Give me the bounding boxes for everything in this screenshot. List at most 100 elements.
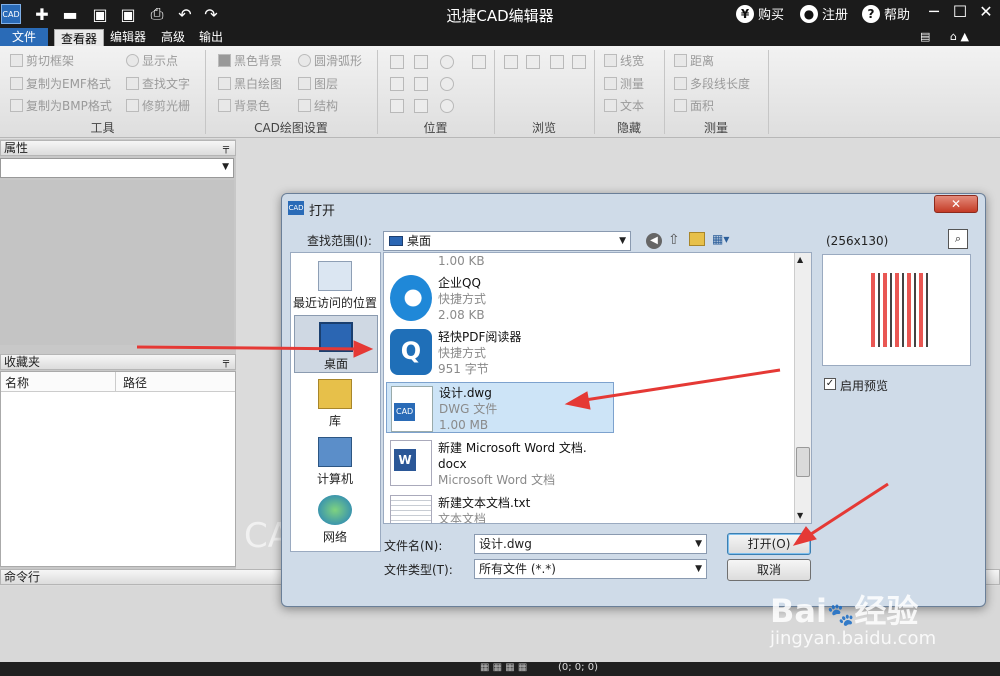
filetype-select[interactable]: 所有文件 (*.*) ▼ [474, 559, 707, 579]
show-points-label: 显示点 [142, 54, 179, 68]
register-button[interactable]: ● 注册 [800, 4, 848, 23]
places-computer-label: 计算机 [316, 472, 353, 486]
properties-panel-header: 属性 ╤ [0, 140, 236, 156]
zoom-out-icon[interactable] [440, 77, 454, 91]
pin-icon[interactable]: ╤ [223, 355, 229, 370]
preview-zoom-icon[interactable]: ⌕ [948, 229, 968, 249]
command-title: 命令行 [4, 570, 41, 584]
tab-advanced[interactable]: 高级 [155, 28, 191, 46]
collapse-ribbon-icon[interactable]: ⌂ ▲ [944, 28, 975, 46]
column-name[interactable]: 名称 [5, 374, 29, 391]
app-logo-icon[interactable]: CAD [1, 4, 21, 24]
file-list-scrollbar[interactable]: ▲ ▼ [794, 253, 811, 523]
view-3d-icon[interactable] [414, 99, 428, 113]
hide-text-button[interactable]: 文本 [604, 97, 644, 115]
copy-emf-button[interactable]: 复制为EMF格式 [10, 75, 111, 93]
dialog-close-button[interactable]: ✕ [934, 195, 978, 213]
tab-viewer[interactable]: 查看器 [54, 29, 105, 46]
forward-arrow-icon[interactable] [526, 55, 540, 69]
zoom-in-icon[interactable] [440, 55, 454, 69]
save-icon[interactable]: ▣ [90, 4, 110, 24]
file-item[interactable]: 企业QQ 快捷方式 2.08 KB [386, 273, 614, 323]
bg-color-button[interactable]: 背景色 [218, 97, 270, 115]
menu-file[interactable]: 文件 [0, 28, 48, 46]
scrollbar-thumb[interactable] [796, 447, 810, 477]
file-type: 文本文档 [438, 512, 487, 524]
file-item[interactable]: 1.00 KB [386, 253, 614, 269]
tab-output[interactable]: 输出 [193, 28, 229, 46]
filename-input[interactable]: 设计.dwg ▼ [474, 534, 707, 554]
redo-icon[interactable]: ↷ [201, 4, 221, 24]
places-network[interactable]: 网络 [293, 495, 377, 545]
hide-measure-button[interactable]: 测量 [604, 75, 644, 93]
polyline-length-label: 多段线长度 [690, 77, 751, 91]
properties-selector[interactable]: ▼ [0, 158, 234, 178]
distance-button[interactable]: 距离 [674, 52, 714, 70]
save-as-icon[interactable]: ▣ [118, 4, 138, 24]
structure-button[interactable]: 结构 [298, 97, 338, 115]
places-recent[interactable]: 最近访问的位置 [293, 261, 377, 311]
file-item[interactable]: W 新建 Microsoft Word 文档. docx Microsoft W… [386, 438, 614, 488]
new-icon[interactable]: ✚ [32, 4, 52, 24]
prev-view-icon[interactable] [550, 55, 564, 69]
back-arrow-icon[interactable] [504, 55, 518, 69]
scroll-up-icon[interactable]: ▲ [797, 255, 803, 264]
places-computer[interactable]: 计算机 [293, 437, 377, 487]
file-item-selected[interactable]: CAD 设计.dwg DWG 文件 1.00 MB [386, 382, 614, 433]
pan-hand-icon[interactable] [472, 55, 486, 69]
open-button[interactable]: 打开(O) [727, 533, 811, 555]
chevron-down-icon: ▼ [695, 564, 702, 574]
title-bar: CAD ✚ ▬ ▣ ▣ ⎙ ↶ ↷ 迅捷CAD编辑器 ¥ 购买 ● 注册 ? 帮助 ─… [0, 0, 1000, 28]
polyline-length-button[interactable]: 多段线长度 [674, 75, 750, 93]
cancel-button[interactable]: 取消 [727, 559, 811, 581]
open-folder-icon[interactable]: ▬ [60, 4, 80, 24]
ribbon-options-icon[interactable]: ▤ [914, 28, 936, 46]
maximize-icon[interactable]: ☐ [948, 2, 972, 24]
new-folder-icon[interactable] [689, 232, 705, 246]
orbit-icon[interactable] [440, 99, 454, 113]
watermark-brand: Bai [770, 592, 827, 630]
smooth-arc-label: 圆滑弧形 [314, 54, 363, 68]
enable-preview-checkbox[interactable]: ✓ [824, 378, 836, 390]
line-width-button[interactable]: 线宽 [604, 52, 644, 70]
file-item[interactable]: Q 轻快PDF阅读器 快捷方式 951 字节 [386, 327, 614, 377]
print-icon[interactable]: ⎙ [147, 4, 167, 24]
column-path[interactable]: 路径 [123, 374, 147, 391]
lookin-select[interactable]: 桌面 ▼ [383, 231, 631, 251]
filetype-value: 所有文件 (*.*) [479, 562, 556, 576]
help-button[interactable]: ? 帮助 [862, 4, 910, 23]
black-background-button[interactable]: 黑色背景 [218, 52, 282, 70]
smooth-arc-button[interactable]: 圆滑弧形 [298, 52, 362, 70]
scroll-down-icon[interactable]: ▼ [797, 511, 803, 520]
find-text-button[interactable]: 查找文字 [126, 75, 190, 93]
group-label-browse: 浏览 [531, 121, 556, 135]
copy-bmp-button[interactable]: 复制为BMP格式 [10, 97, 112, 115]
trim-raster-button[interactable]: 修剪光栅 [126, 97, 190, 115]
up-folder-icon[interactable]: ⇧ [668, 232, 680, 248]
pin-icon[interactable]: ╤ [223, 141, 229, 156]
places-library[interactable]: 库 [293, 379, 377, 429]
file-name: 企业QQ [438, 276, 481, 290]
back-icon[interactable]: ◀ [646, 233, 662, 249]
bw-drawing-button[interactable]: 黑白绘图 [218, 75, 282, 93]
status-icons[interactable]: ▦ ▦ ▦ ▦ [480, 662, 527, 673]
close-icon[interactable]: ✕ [974, 2, 998, 24]
lookin-value: 桌面 [407, 234, 432, 248]
file-item[interactable]: 新建文本文档.txt 文本文档 [386, 493, 614, 524]
fit-icon[interactable] [390, 55, 404, 69]
show-points-button[interactable]: 显示点 [126, 52, 178, 70]
minimize-icon[interactable]: ─ [922, 2, 946, 24]
window-zoom-icon[interactable] [414, 55, 428, 69]
clip-frame-button[interactable]: 剪切框架 [10, 52, 74, 70]
undo-icon[interactable]: ↶ [175, 4, 195, 24]
places-desktop[interactable]: 桌面 [294, 315, 378, 373]
zoom-window-icon[interactable] [414, 77, 428, 91]
view-menu-icon[interactable]: ▦▾ [712, 232, 729, 246]
next-view-icon[interactable] [572, 55, 586, 69]
zoom-extents-icon[interactable] [390, 77, 404, 91]
tab-editor[interactable]: 编辑器 [104, 28, 152, 46]
area-button[interactable]: 面积 [674, 97, 714, 115]
layers-button[interactable]: 图层 [298, 75, 338, 93]
rotate-icon[interactable] [390, 99, 404, 113]
buy-button[interactable]: ¥ 购买 [736, 4, 784, 23]
